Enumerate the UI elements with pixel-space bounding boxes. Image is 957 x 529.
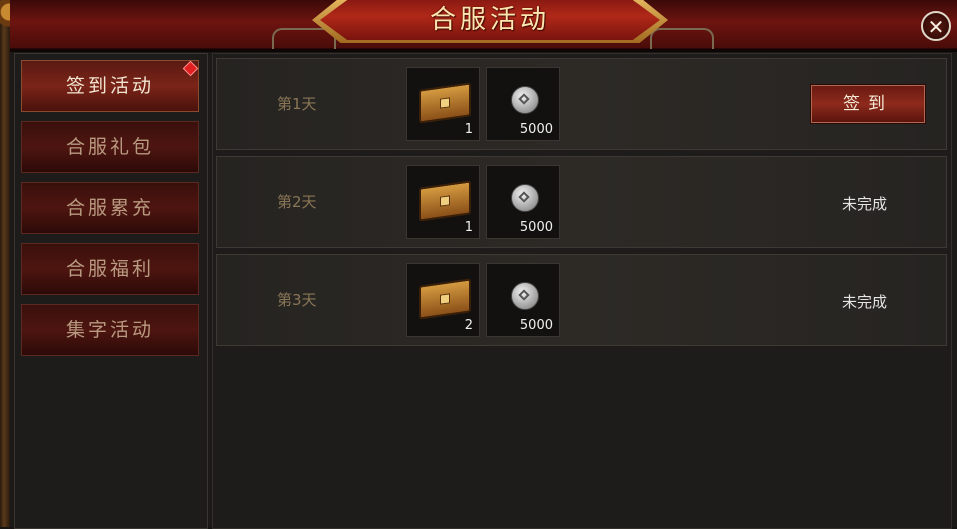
reward-count: 1 bbox=[464, 122, 473, 137]
day-label: 第3天 bbox=[277, 291, 317, 309]
reward-slot[interactable]: 5000 bbox=[486, 67, 560, 141]
day-label: 第1天 bbox=[277, 95, 317, 113]
event-window: 合服活动 ✕ 签到活动 合服礼包 合服累充 合服福利 集字活动 第1天 1 50… bbox=[0, 0, 957, 529]
checkin-list: 第1天 1 5000 签到 第2天 1 5000 未完成 第3天 2 5000 … bbox=[212, 53, 952, 529]
silver-coin-icon bbox=[511, 184, 539, 212]
reward-count: 2 bbox=[464, 318, 473, 333]
checkin-button[interactable]: 签到 bbox=[810, 84, 926, 124]
reward-count: 5000 bbox=[519, 220, 553, 235]
silver-coin-icon bbox=[511, 282, 539, 310]
reward-slot[interactable]: 1 bbox=[406, 165, 480, 239]
window-title: 合服活动 bbox=[429, 5, 550, 35]
sidebar-item-label: 合服礼包 bbox=[65, 136, 154, 158]
reward-count: 5000 bbox=[519, 318, 553, 333]
sidebar-item-label: 合服累充 bbox=[65, 197, 154, 219]
silver-coin-icon bbox=[511, 86, 539, 114]
close-icon: ✕ bbox=[927, 15, 945, 39]
sidebar-item-merge-gift[interactable]: 合服礼包 bbox=[21, 121, 199, 173]
day-label: 第2天 bbox=[277, 193, 317, 211]
sidebar-item-label: 合服福利 bbox=[65, 258, 154, 280]
sidebar: 签到活动 合服礼包 合服累充 合服福利 集字活动 bbox=[14, 53, 208, 529]
window-left-border bbox=[0, 0, 10, 527]
sidebar-item-merge-welfare[interactable]: 合服福利 bbox=[21, 243, 199, 295]
title-bar: 合服活动 ✕ bbox=[10, 0, 957, 52]
treasure-chest-icon bbox=[419, 82, 471, 124]
notification-dot-icon bbox=[182, 60, 199, 77]
sidebar-item-merge-recharge[interactable]: 合服累充 bbox=[21, 182, 199, 234]
sidebar-item-label: 签到活动 bbox=[65, 75, 154, 97]
checkin-row: 第2天 1 5000 未完成 bbox=[216, 156, 947, 248]
reward-count: 1 bbox=[464, 220, 473, 235]
treasure-chest-icon bbox=[419, 278, 471, 320]
reward-slot[interactable]: 1 bbox=[406, 67, 480, 141]
checkin-row: 第1天 1 5000 签到 bbox=[216, 58, 947, 150]
sidebar-item-checkin[interactable]: 签到活动 bbox=[21, 60, 199, 112]
reward-slot[interactable]: 5000 bbox=[486, 165, 560, 239]
reward-slot[interactable]: 5000 bbox=[486, 263, 560, 337]
status-text: 未完成 bbox=[842, 195, 888, 213]
treasure-chest-icon bbox=[419, 180, 471, 222]
sidebar-item-word-collect[interactable]: 集字活动 bbox=[21, 304, 199, 356]
reward-count: 5000 bbox=[519, 122, 553, 137]
checkin-row: 第3天 2 5000 未完成 bbox=[216, 254, 947, 346]
status-text: 未完成 bbox=[842, 293, 888, 311]
close-button[interactable]: ✕ bbox=[921, 11, 951, 41]
reward-slot[interactable]: 2 bbox=[406, 263, 480, 337]
sidebar-item-label: 集字活动 bbox=[65, 319, 154, 341]
